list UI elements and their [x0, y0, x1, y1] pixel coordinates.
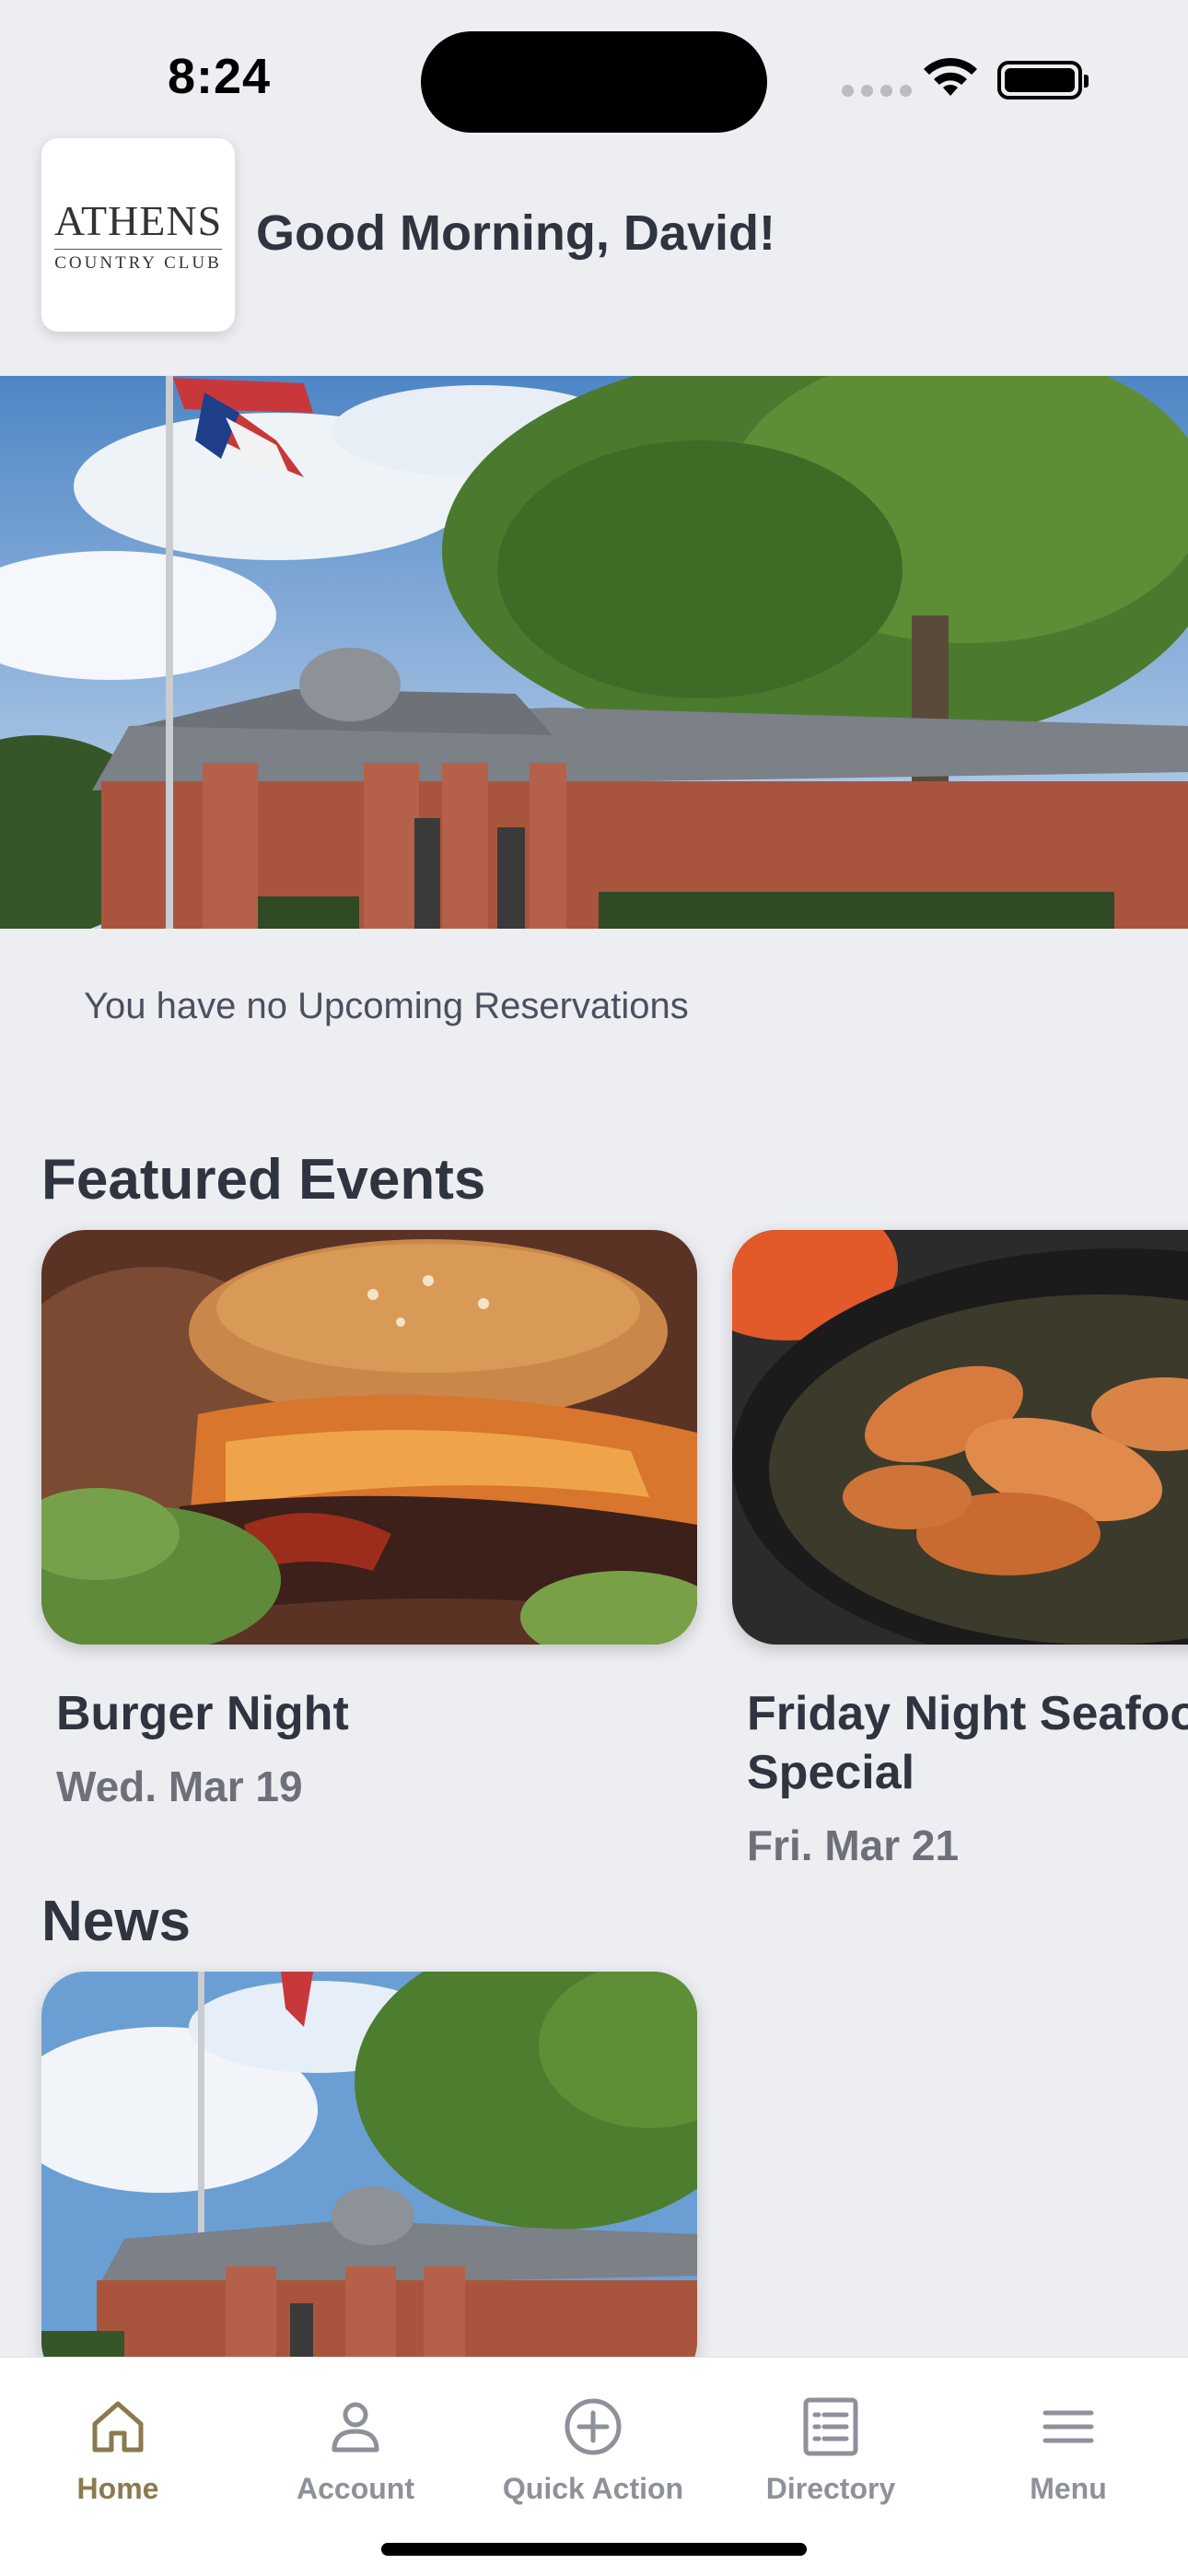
plus-circle-icon — [565, 2398, 622, 2455]
shrimp-photo — [732, 1230, 1188, 1645]
greeting-title: Good Morning, David! — [256, 205, 775, 261]
home-icon — [92, 2401, 144, 2453]
logo-subtitle: COUNTRY CLUB — [54, 249, 222, 274]
tab-account[interactable]: Account — [245, 2395, 466, 2506]
tab-directory[interactable]: Directory — [720, 2395, 941, 2506]
tab-menu[interactable]: Menu — [958, 2395, 1179, 2506]
list-icon — [803, 2397, 858, 2456]
status-time: 8:24 — [168, 49, 272, 104]
featured-events-title: Featured Events — [41, 1148, 486, 1212]
tab-menu-label: Menu — [1030, 2472, 1107, 2505]
tab-home-label: Home — [76, 2472, 159, 2505]
event-name-seafood-line1[interactable]: Friday Night Seafood — [747, 1684, 1188, 1743]
hamburger-icon — [1042, 2410, 1094, 2443]
no-reservations-text: You have no Upcoming Reservations — [84, 986, 689, 1026]
hero-clubhouse-image — [0, 376, 1188, 929]
wifi-icon — [924, 57, 977, 96]
dynamic-island — [421, 31, 767, 133]
event-name-burger-night[interactable]: Burger Night — [56, 1684, 349, 1743]
tab-home[interactable]: Home — [7, 2395, 228, 2506]
event-card-seafood-special[interactable] — [732, 1230, 1188, 1645]
battery-icon — [997, 61, 1089, 100]
news-title: News — [41, 1890, 191, 1953]
event-card-burger-night[interactable] — [41, 1230, 697, 1645]
cellular-signal-icon — [842, 85, 912, 97]
tab-account-label: Account — [297, 2472, 414, 2505]
event-date-burger-night: Wed. Mar 19 — [56, 1762, 303, 1810]
club-logo[interactable]: ATHENS COUNTRY CLUB — [41, 138, 235, 332]
logo-wordmark: ATHENS — [53, 197, 223, 244]
clubhouse-photo — [41, 1972, 697, 2386]
tab-quick-action[interactable]: Quick Action — [483, 2395, 704, 2506]
event-date-seafood: Fri. Mar 21 — [747, 1821, 960, 1869]
person-icon — [332, 2402, 379, 2453]
event-name-seafood-line2[interactable]: Special — [747, 1743, 914, 1802]
burger-photo — [41, 1230, 697, 1645]
app-screen: 8:24 ATHENS COUNTRY CLUB Good Morning, D… — [0, 0, 1188, 2576]
home-indicator[interactable] — [381, 2543, 807, 2556]
tab-quick-action-label: Quick Action — [502, 2472, 684, 2505]
news-card[interactable] — [41, 1972, 697, 2386]
tab-directory-label: Directory — [765, 2472, 896, 2505]
